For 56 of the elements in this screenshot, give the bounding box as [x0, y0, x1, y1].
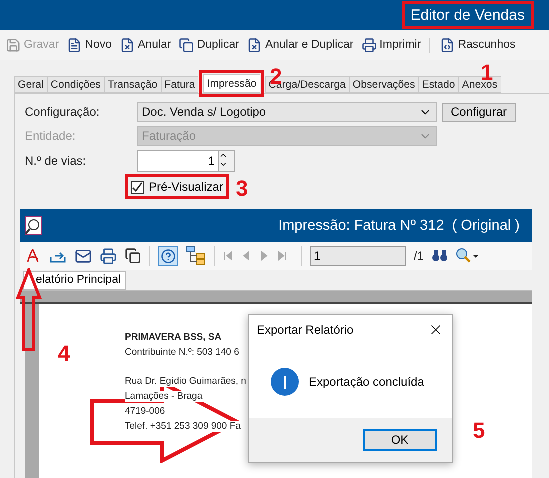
- tab[interactable]: Impressão: [203, 74, 260, 93]
- spin-buttons[interactable]: [219, 150, 235, 172]
- binoculars-icon[interactable]: [432, 249, 448, 263]
- toolbar-button[interactable]: Rascunhos: [429, 38, 516, 52]
- draft-icon: [440, 38, 456, 52]
- configure-button[interactable]: Configurar: [442, 102, 516, 122]
- document-text: Lamações - Braga: [125, 391, 203, 402]
- dropdown[interactable]: Doc. Venda s/ Logotipo: [137, 102, 437, 122]
- tree-icon[interactable]: [186, 246, 206, 266]
- toolbar-button[interactable]: Duplicar: [179, 38, 240, 52]
- company-name: PRIMAVERA BSS, SA: [125, 332, 222, 343]
- ok-button[interactable]: OK: [363, 429, 437, 451]
- preview-checkbox[interactable]: Pré-Visualizar: [131, 180, 224, 194]
- printer-icon: [362, 38, 377, 52]
- field-label: Entidade:: [25, 129, 77, 143]
- report-tab[interactable]: elatório Principal: [23, 270, 126, 290]
- tab[interactable]: Estado: [418, 76, 458, 93]
- tab[interactable]: Fatura: [160, 76, 198, 93]
- printer-icon[interactable]: [100, 248, 117, 264]
- document-text: Rua Dr. Egídio Guimarães, n: [125, 376, 246, 387]
- field-label: Configuração:: [25, 105, 101, 119]
- document-text: Contribuinte N.º: 503 140 6: [125, 347, 240, 358]
- page-field[interactable]: 1: [310, 246, 406, 266]
- highlight-frame: [199, 70, 264, 97]
- number-field[interactable]: 1: [137, 150, 219, 172]
- step-number: 4: [58, 343, 70, 365]
- info-icon: [271, 368, 299, 396]
- document-text: 4719-006: [125, 406, 166, 417]
- pdf-icon[interactable]: [25, 248, 41, 264]
- tab[interactable]: Geral: [14, 76, 47, 93]
- copy-icon: [179, 38, 194, 52]
- step-number: 5: [473, 420, 486, 442]
- help-button[interactable]: [158, 246, 178, 266]
- document-cross-icon: [247, 38, 262, 52]
- document-cross-icon: [120, 38, 136, 52]
- dialog-title: Exportar Relatório: [257, 323, 354, 337]
- dialog-message: Exportação concluída: [309, 374, 424, 388]
- window-title: Impressão: Fatura Nº 312 ( Original ): [278, 218, 520, 234]
- copy-icon[interactable]: [125, 248, 141, 264]
- toolbar-button[interactable]: Imprimir: [362, 38, 422, 52]
- toolbar-button[interactable]: Anular e Duplicar: [247, 38, 354, 52]
- zoom-icon[interactable]: [456, 248, 480, 264]
- page-count: /1: [414, 249, 424, 263]
- tab[interactable]: Observações: [348, 76, 418, 93]
- step-number: 3: [236, 178, 248, 200]
- tab[interactable]: Transação: [104, 76, 161, 93]
- toolbar-button[interactable]: Novo: [67, 38, 112, 52]
- save-icon: [6, 38, 21, 52]
- toolbar-button[interactable]: Anular: [120, 38, 172, 52]
- window-title: Editor de Vendas: [410, 8, 525, 22]
- document-icon: [67, 38, 82, 52]
- field-label: N.º de vias:: [25, 154, 88, 168]
- checkbox[interactable]: [131, 180, 144, 194]
- document-text: Telef. +351 253 309 900 Fa: [125, 421, 241, 432]
- mail-icon[interactable]: [75, 248, 92, 264]
- tab[interactable]: Condições: [46, 76, 104, 93]
